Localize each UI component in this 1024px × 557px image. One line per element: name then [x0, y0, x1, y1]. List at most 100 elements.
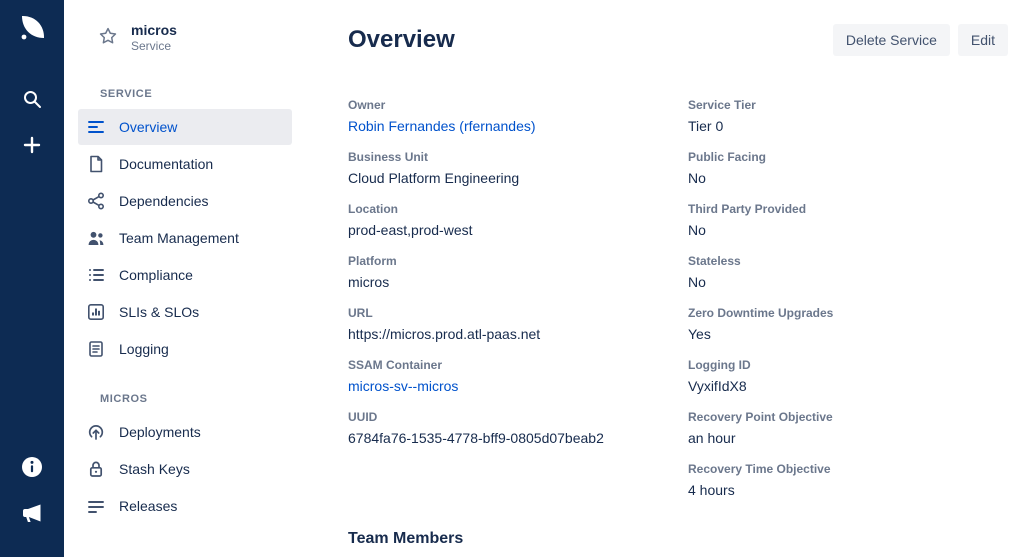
releases-icon — [86, 496, 106, 516]
service-header: micros Service — [64, 22, 306, 54]
star-icon[interactable] — [98, 26, 118, 51]
sidebar-item-dependencies[interactable]: Dependencies — [78, 183, 292, 219]
sidebar-item-compliance[interactable]: Compliance — [78, 257, 292, 293]
sidebar-item-stash-keys[interactable]: Stash Keys — [78, 451, 292, 487]
field-value: Tier 0 — [688, 118, 1008, 135]
field-owner: Owner Robin Fernandes (rfernandes) — [348, 98, 688, 150]
lock-icon — [86, 459, 106, 479]
section-label-micros: MICROS — [64, 393, 306, 414]
field-ssam-container: SSAM Container micros-sv--micros — [348, 358, 688, 410]
add-icon[interactable] — [14, 127, 50, 163]
field-label: Public Facing — [688, 150, 1008, 165]
field-location: Location prod-east,prod-west — [348, 202, 688, 254]
field-value: 6784fa76-1535-4778-bff9-0805d07beab2 — [348, 430, 688, 447]
field-value: VyxifIdX8 — [688, 378, 1008, 395]
sidebar-item-label: Documentation — [119, 156, 213, 172]
sidebar: micros Service SERVICE Overview Document… — [64, 0, 306, 557]
sidebar-item-overview[interactable]: Overview — [78, 109, 292, 145]
field-value: No — [688, 222, 1008, 239]
team-icon — [86, 228, 106, 248]
sidebar-item-team-management[interactable]: Team Management — [78, 220, 292, 256]
info-icon[interactable] — [14, 449, 50, 485]
page-title: Overview — [348, 26, 455, 54]
fields-column-left: Owner Robin Fernandes (rfernandes) Busin… — [348, 98, 688, 514]
overview-icon — [86, 117, 106, 137]
sidebar-item-label: Releases — [119, 498, 177, 514]
sidebar-item-label: Dependencies — [119, 193, 209, 209]
field-label: Location — [348, 202, 688, 217]
sidebar-item-logging[interactable]: Logging — [78, 331, 292, 367]
field-label: URL — [348, 306, 688, 321]
bar-chart-icon — [86, 302, 106, 322]
owner-link[interactable]: Robin Fernandes (rfernandes) — [348, 118, 688, 135]
field-value: Yes — [688, 326, 1008, 343]
field-value: an hour — [688, 430, 1008, 447]
field-label: Platform — [348, 254, 688, 269]
field-value: prod-east,prod-west — [348, 222, 688, 239]
field-uuid: UUID 6784fa76-1535-4778-bff9-0805d07beab… — [348, 410, 688, 462]
service-fields: Owner Robin Fernandes (rfernandes) Busin… — [348, 98, 1008, 514]
service-title-block: micros Service — [131, 22, 177, 54]
field-value: No — [688, 274, 1008, 291]
edit-button[interactable]: Edit — [958, 24, 1008, 56]
field-public-facing: Public Facing No — [688, 150, 1008, 202]
main-content: Overview Delete Service Edit Owner Robin… — [306, 0, 1024, 557]
field-label: Service Tier — [688, 98, 1008, 113]
field-label: Third Party Provided — [688, 202, 1008, 217]
field-value: micros — [348, 274, 688, 291]
field-value: 4 hours — [688, 482, 1008, 499]
field-label: Business Unit — [348, 150, 688, 165]
field-label: Stateless — [688, 254, 1008, 269]
field-label: Recovery Time Objective — [688, 462, 1008, 477]
page-actions: Delete Service Edit — [833, 24, 1008, 56]
field-business-unit: Business Unit Cloud Platform Engineering — [348, 150, 688, 202]
team-members-section: Team Members Jeremy Baumont (jbaumont) (… — [348, 530, 1008, 557]
field-value: Cloud Platform Engineering — [348, 170, 688, 187]
deploy-upload-icon — [86, 422, 106, 442]
fields-column-right: Service Tier Tier 0 Public Facing No Thi… — [688, 98, 1008, 514]
megaphone-icon[interactable] — [14, 495, 50, 531]
sidebar-item-label: Team Management — [119, 230, 239, 246]
sidebar-item-label: Stash Keys — [119, 461, 190, 477]
ssam-container-link[interactable]: micros-sv--micros — [348, 378, 688, 395]
field-platform: Platform micros — [348, 254, 688, 306]
field-logging-id: Logging ID VyxifIdX8 — [688, 358, 1008, 410]
field-zero-downtime-upgrades: Zero Downtime Upgrades Yes — [688, 306, 1008, 358]
sidebar-item-label: SLIs & SLOs — [119, 304, 199, 320]
sidebar-item-releases[interactable]: Releases — [78, 488, 292, 524]
app-logo[interactable] — [14, 10, 50, 51]
app-rail — [0, 0, 64, 557]
dependencies-icon — [86, 191, 106, 211]
field-label: Logging ID — [688, 358, 1008, 373]
app-logo-icon — [14, 10, 50, 46]
field-value: No — [688, 170, 1008, 187]
field-recovery-time-objective: Recovery Time Objective 4 hours — [688, 462, 1008, 514]
sidebar-item-deployments[interactable]: Deployments — [78, 414, 292, 450]
rail-bottom-group — [14, 449, 50, 541]
field-service-tier: Service Tier Tier 0 — [688, 98, 1008, 150]
compliance-list-icon — [86, 265, 106, 285]
sidebar-item-label: Overview — [119, 119, 177, 135]
sidebar-item-label: Logging — [119, 341, 169, 357]
field-third-party-provided: Third Party Provided No — [688, 202, 1008, 254]
sidebar-item-slis-slos[interactable]: SLIs & SLOs — [78, 294, 292, 330]
field-label: UUID — [348, 410, 688, 425]
section-label-service: SERVICE — [64, 88, 306, 109]
field-label: Zero Downtime Upgrades — [688, 306, 1008, 321]
sidebar-item-label: Compliance — [119, 267, 193, 283]
search-icon[interactable] — [14, 81, 50, 117]
delete-service-button[interactable]: Delete Service — [833, 24, 950, 56]
field-recovery-point-objective: Recovery Point Objective an hour — [688, 410, 1008, 462]
field-label: Recovery Point Objective — [688, 410, 1008, 425]
service-name: micros — [131, 22, 177, 39]
field-label: SSAM Container — [348, 358, 688, 373]
logging-icon — [86, 339, 106, 359]
main-header: Overview Delete Service Edit — [348, 24, 1008, 56]
service-type: Service — [131, 39, 177, 54]
sidebar-item-label: Deployments — [119, 424, 201, 440]
field-stateless: Stateless No — [688, 254, 1008, 306]
sidebar-item-documentation[interactable]: Documentation — [78, 146, 292, 182]
field-label: Owner — [348, 98, 688, 113]
team-members-title: Team Members — [348, 530, 1008, 548]
field-url: URL https://micros.prod.atl-paas.net — [348, 306, 688, 358]
